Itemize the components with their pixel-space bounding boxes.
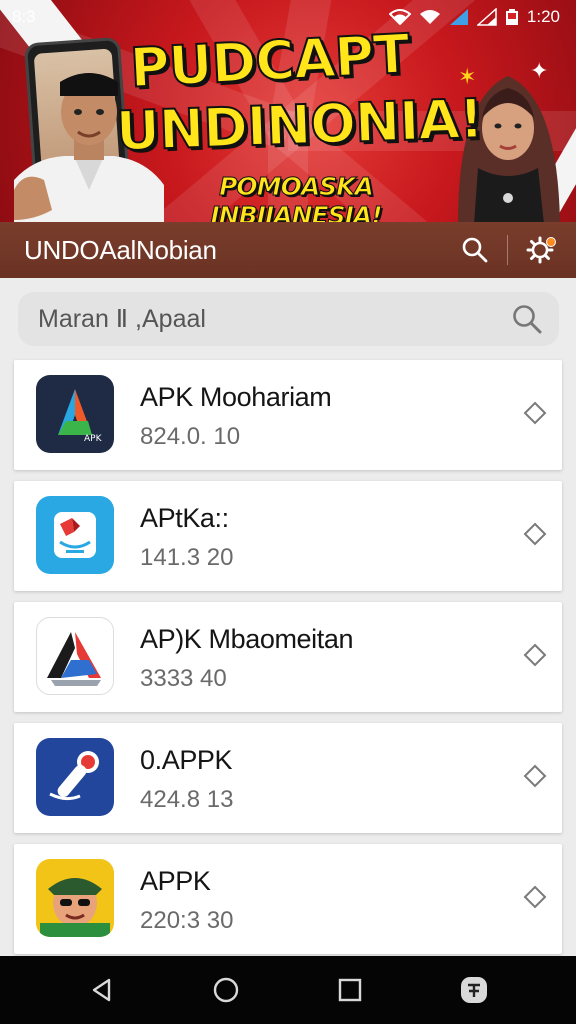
list-item[interactable]: AP)K Mbaomeitan 3333 40 [14,602,562,712]
sparkle-icon: ✦ [530,58,549,83]
promo-banner[interactable]: ✶ ✦ PUDCAPT UNDINONIA! POMOASKA INBIIANE… [0,0,576,222]
status-carrier: 8:3 [12,7,36,26]
app-name: APK Moohariam [140,382,332,412]
search-field[interactable]: Maran Ⅱ ,Apaal [18,292,559,346]
app-name: 0.APPK [140,745,233,775]
list-item[interactable]: 0.APPK 424.8 13 [14,723,562,833]
app-name: AP)K Mbaomeitan [140,624,354,654]
banner-subheadline: POMOASKA INBIIANESIA! [210,172,383,223]
app-text: AP)K Mbaomeitan 3333 40 [140,622,354,694]
status-bar: 8:3 1:20 [0,0,576,34]
app-text: APK Moohariam 824.0. 10 [140,380,332,452]
microphone-logo-icon [36,738,114,816]
chevron-right-icon[interactable] [522,400,548,426]
recents-icon [338,978,362,1002]
app-title: UNDOAalNobian [24,234,217,265]
assistant-button[interactable] [452,968,496,1012]
signal-icon [476,8,497,26]
document-logo-icon [36,496,114,574]
wifi-icon [419,10,440,24]
wifi-icon [388,9,411,25]
list-item[interactable]: APK APK Moohariam 824.0. 10 [14,360,562,470]
app-text: APtKa:: 141.3 20 [140,501,233,573]
status-time: 1:20 [526,7,560,26]
cartoon-face-icon [36,859,114,937]
app-version: 824.0. 10 [140,423,241,450]
app-bar: UNDOAalNobian [0,222,576,278]
search-icon [462,237,488,263]
app-text: APPK 220:3 30 [140,864,233,936]
system-nav-bar [0,956,576,1024]
chevron-right-icon[interactable] [522,521,548,547]
app-name: APPK [140,866,211,896]
assistant-icon [461,977,487,1003]
search-icon[interactable] [511,303,543,335]
home-button[interactable] [204,968,248,1012]
triangle-logo-icon: APK [36,375,114,453]
app-version: 141.3 20 [140,544,234,571]
home-icon [213,977,239,1003]
search-placeholder: Maran Ⅱ ,Apaal [38,305,206,333]
notification-dot [546,237,556,247]
chevron-right-icon[interactable] [522,884,548,910]
app-list: APK APK Moohariam 824.0. 10 APtKa:: 141.… [14,360,562,965]
app-name: APtKa:: [140,503,229,533]
back-icon [92,978,111,1002]
chevron-right-icon[interactable] [522,763,548,789]
battery-icon [505,9,518,25]
app-bar-actions [457,232,558,268]
search-button[interactable] [457,232,493,268]
app-version: 3333 40 [140,665,227,692]
back-button[interactable] [80,968,124,1012]
app-version: 424.8 13 [140,786,234,813]
list-item[interactable]: APPK 220:3 30 [14,844,562,954]
app-text: 0.APPK 424.8 13 [140,743,233,815]
status-icons: 1:20 [388,7,560,27]
signal-icon [449,9,468,25]
list-item[interactable]: APtKa:: 141.3 20 [14,481,562,591]
recents-button[interactable] [328,968,372,1012]
svg-text:APK: APK [84,434,103,444]
banner-headline-2: UNDINONIA! [114,86,485,164]
app-bar-divider [507,235,508,265]
sparkle-icon: ✶ [458,64,477,89]
settings-button[interactable] [522,232,558,268]
app-version: 220:3 30 [140,907,234,934]
tricolor-triangle-icon [36,617,114,695]
chevron-right-icon[interactable] [522,642,548,668]
